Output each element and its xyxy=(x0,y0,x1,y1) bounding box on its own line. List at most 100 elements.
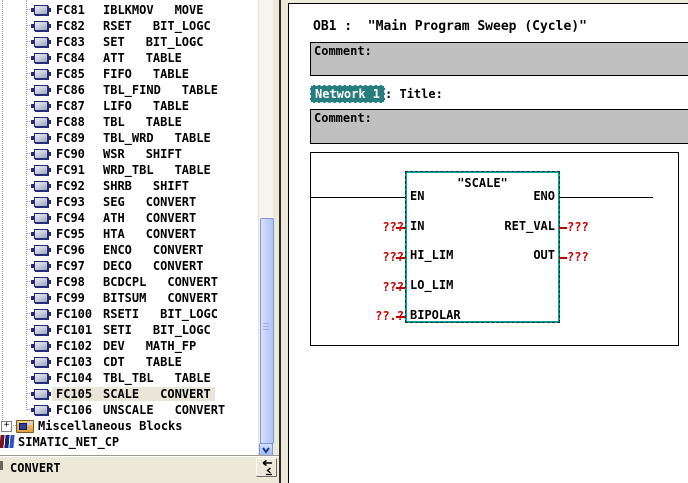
tree-item-fc101[interactable]: FC101SETIBIT_LOGC xyxy=(0,322,256,338)
network-title-suffix[interactable]: : Title: xyxy=(385,87,443,101)
block-symbol: DECO xyxy=(103,259,132,273)
tree-item-fc82[interactable]: FC82RSETBIT_LOGC xyxy=(0,18,256,34)
block-symbol: BITSUM xyxy=(103,291,146,305)
tree-item-fc84[interactable]: FC84ATTTABLE xyxy=(0,50,256,66)
tree-item-text: FC82RSETBIT_LOGC xyxy=(52,19,215,33)
block-tree[interactable]: FC81IBLKMOVMOVEFC82RSETBIT_LOGCFC83SETBI… xyxy=(0,0,258,455)
tree-item-fc93[interactable]: FC93SEGCONVERT xyxy=(0,194,256,210)
tree-item-fc98[interactable]: FC98BCDCPLCONVERT xyxy=(0,274,256,290)
block-symbol: DEV xyxy=(103,339,125,353)
block-number: FC99 xyxy=(56,291,103,305)
expand-plus-icon[interactable]: + xyxy=(1,421,12,432)
block-number: FC98 xyxy=(56,275,103,289)
overview-toggle-button[interactable] xyxy=(256,458,277,477)
function-block-icon xyxy=(34,261,48,271)
operand-wire xyxy=(396,316,405,318)
block-symbol: CDT xyxy=(103,355,125,369)
block-family: SHIFT xyxy=(153,179,189,193)
tree-item-fc83[interactable]: FC83SETBIT_LOGC xyxy=(0,34,256,50)
tree-scrollbar[interactable] xyxy=(258,0,273,457)
tree-item-fc91[interactable]: FC91WRD_TBLTABLE xyxy=(0,162,256,178)
scrollbar-thumb[interactable] xyxy=(260,218,274,444)
tree-item-text: FC84ATTTABLE xyxy=(52,51,186,65)
block-symbol: WRD_TBL xyxy=(103,163,154,177)
network-comment-box[interactable]: Comment: xyxy=(310,109,688,144)
network-label-selected[interactable]: Network 1 xyxy=(310,85,385,103)
block-family: MATH_FP xyxy=(146,339,197,353)
operand-ret-val[interactable]: ??? xyxy=(567,221,627,233)
function-block-icon xyxy=(34,101,48,111)
operand-wire xyxy=(559,227,567,229)
function-block-icon xyxy=(34,85,48,95)
tree-item-fc96[interactable]: FC96ENCOCONVERT xyxy=(0,242,256,258)
tree-item-fc87[interactable]: FC87LIFOTABLE xyxy=(0,98,256,114)
tree-item-text: FC103CDTTABLE xyxy=(52,355,186,369)
block-family: TABLE xyxy=(146,115,182,129)
block-number: FC90 xyxy=(56,147,103,161)
block-symbol: IBLKMOV xyxy=(103,3,154,17)
tree-item-fc100[interactable]: FC100RSETIBIT_LOGC xyxy=(0,306,256,322)
tree-item-text: FC99BITSUM CONVERT xyxy=(52,291,222,305)
tree-item-fc90[interactable]: FC90WSRSHIFT xyxy=(0,146,256,162)
tree-item-simatic-net-cp[interactable]: SIMATIC_NET_CP xyxy=(0,434,256,450)
block-comment-box[interactable]: Comment: xyxy=(310,42,688,76)
tree-item-fc86[interactable]: FC86TBL_FINDTABLE xyxy=(0,82,256,98)
tree-item-fc95[interactable]: FC95HTACONVERT xyxy=(0,226,256,242)
block-family: CONVERT xyxy=(167,291,218,305)
block-number: FC85 xyxy=(56,67,103,81)
tree-item-fc99[interactable]: FC99BITSUM CONVERT xyxy=(0,290,256,306)
tree-item-text: FC104TBL_TBLTABLE xyxy=(52,371,215,385)
function-block-icon xyxy=(34,133,48,143)
tree-item-fc88[interactable]: FC88TBL TABLE xyxy=(0,114,256,130)
block-family: BIT_LOGC xyxy=(160,307,218,321)
operand-out[interactable]: ??? xyxy=(567,251,627,263)
tree-item-fc102[interactable]: FC102DEVMATH_FP xyxy=(0,338,256,354)
block-family: CONVERT xyxy=(146,227,197,241)
tree-item-fc92[interactable]: FC92SHRBSHIFT xyxy=(0,178,256,194)
block-family: TABLE xyxy=(175,131,211,145)
tree-item-fc85[interactable]: FC85FIFOTABLE xyxy=(0,66,256,82)
network-canvas[interactable]: "SCALE" EN IN HI_LIM LO_LIM BIPOLAR ENO … xyxy=(310,152,679,346)
pin-ret-val: RET_VAL xyxy=(504,220,555,232)
tree-item-fc104[interactable]: FC104TBL_TBLTABLE xyxy=(0,370,256,386)
tree-item-miscellaneous-blocks[interactable]: +Miscellaneous Blocks xyxy=(0,418,256,434)
operand-bipolar[interactable]: ??.? xyxy=(341,310,404,322)
tree-item-fc106[interactable]: FC106UNSCALECONVERT xyxy=(0,402,256,418)
block-number: FC93 xyxy=(56,195,103,209)
block-number: FC88 xyxy=(56,115,103,129)
block-family: CONVERT xyxy=(153,243,204,257)
scale-fb-block-selected[interactable]: "SCALE" EN IN HI_LIM LO_LIM BIPOLAR ENO … xyxy=(405,171,560,323)
block-symbol: BCDCPL xyxy=(103,275,146,289)
block-symbol: TBL_TBL xyxy=(103,371,154,385)
clipped-status-icon xyxy=(0,461,3,470)
network-title-row: Network 1: Title: xyxy=(310,85,443,101)
pane-splitter[interactable] xyxy=(279,0,281,483)
tree-item-fc97[interactable]: FC97DECOCONVERT xyxy=(0,258,256,274)
scrollbar-grip xyxy=(263,323,269,332)
operand-lo-lim[interactable]: ??? xyxy=(341,281,404,293)
tree-item-text: FC95HTACONVERT xyxy=(52,227,200,241)
block-number: FC103 xyxy=(56,355,103,369)
tree-item-fc103[interactable]: FC103CDTTABLE xyxy=(0,354,256,370)
tree-item-text: FC89TBL_WRDTABLE xyxy=(52,131,215,145)
block-number: FC87 xyxy=(56,99,103,113)
block-number: FC94 xyxy=(56,211,103,225)
tree-item-text: FC101SETIBIT_LOGC xyxy=(52,323,215,337)
function-block-icon xyxy=(34,341,48,351)
operand-hi-lim[interactable]: ??? xyxy=(341,251,404,263)
operand-wire xyxy=(396,287,405,289)
comment-label: Comment: xyxy=(314,111,372,125)
function-block-icon xyxy=(34,165,48,175)
function-block-icon xyxy=(34,213,48,223)
tree-item-fc89[interactable]: FC89TBL_WRDTABLE xyxy=(0,130,256,146)
operand-in[interactable]: ??? xyxy=(341,221,404,233)
fb-block-title: "SCALE" xyxy=(407,176,558,190)
block-family: BIT_LOGC xyxy=(146,35,204,49)
tree-item-text: FC100RSETIBIT_LOGC xyxy=(52,307,222,321)
tree-item-fc81[interactable]: FC81IBLKMOVMOVE xyxy=(0,2,256,18)
tree-item-fc105[interactable]: FC105SCALECONVERT xyxy=(0,386,256,402)
block-symbol: ATT xyxy=(103,51,125,65)
block-symbol: TBL xyxy=(103,115,125,129)
tree-item-fc94[interactable]: FC94ATHCONVERT xyxy=(0,210,256,226)
function-block-icon xyxy=(34,37,48,47)
